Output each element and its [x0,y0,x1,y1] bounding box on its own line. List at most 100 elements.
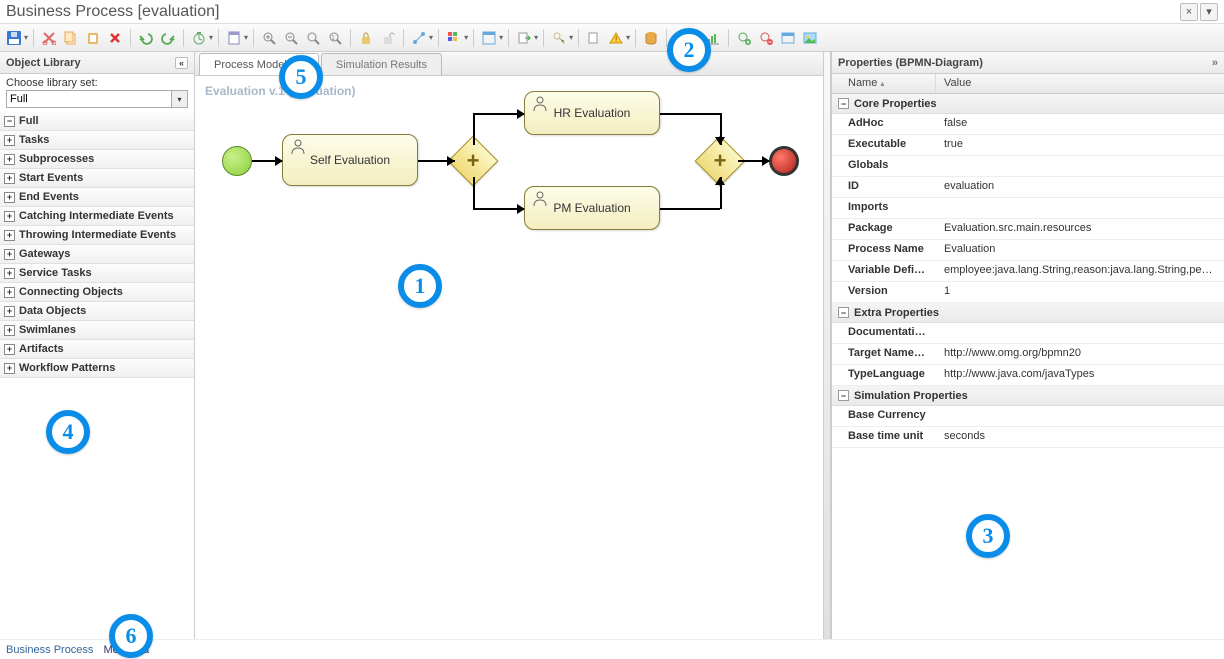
palette-icon[interactable] [444,28,464,48]
resize-handle[interactable] [823,52,831,639]
property-row[interactable]: Process NameEvaluation [832,240,1224,261]
key-icon[interactable] [549,28,569,48]
copy-icon[interactable] [61,28,81,48]
connect-icon[interactable] [409,28,429,48]
expand-icon[interactable]: + [4,325,15,336]
window-icon[interactable] [778,28,798,48]
redo-icon[interactable] [158,28,178,48]
warning-dropdown-icon[interactable]: ▾ [626,33,630,42]
tree-item-subprocesses[interactable]: +Subprocesses [0,150,194,169]
parallel-gateway-join[interactable]: + [702,143,738,179]
expand-icon[interactable]: + [4,154,15,165]
collapse-left-icon[interactable]: « [175,57,188,69]
library-set-input[interactable] [6,90,172,108]
tree-item-artifacts[interactable]: +Artifacts [0,340,194,359]
expand-icon[interactable]: + [4,135,15,146]
collapse-icon[interactable]: − [4,116,15,127]
timer-dropdown-icon[interactable]: ▾ [209,33,213,42]
prop-value[interactable]: Evaluation [936,240,1224,260]
prop-value[interactable]: Evaluation.src.main.resources [936,219,1224,239]
property-row[interactable]: Globals [832,156,1224,177]
expand-icon[interactable]: + [4,230,15,241]
warning-icon[interactable]: ! [606,28,626,48]
timer-icon[interactable] [189,28,209,48]
collapse-icon[interactable]: − [838,307,849,318]
property-row[interactable]: Target Name…http://www.omg.org/bpmn20 [832,344,1224,365]
property-row[interactable]: Version1 [832,282,1224,303]
close-button[interactable]: × [1180,3,1198,21]
prop-value[interactable]: http://www.omg.org/bpmn20 [936,344,1224,364]
page-dropdown-icon[interactable]: ▾ [244,33,248,42]
property-row[interactable]: Variable Defi…employee:java.lang.String,… [832,261,1224,282]
picture-icon[interactable] [800,28,820,48]
expand-icon[interactable]: + [4,249,15,260]
expand-icon[interactable]: + [4,268,15,279]
property-row[interactable]: Documentati… [832,323,1224,344]
prop-value[interactable]: 1 [936,282,1224,302]
collapse-icon[interactable]: − [838,98,849,109]
expand-icon[interactable]: + [4,173,15,184]
task-self-evaluation[interactable]: Self Evaluation [282,134,418,186]
col-name[interactable]: Name [848,77,877,89]
property-row[interactable]: TypeLanguagehttp://www.java.com/javaType… [832,365,1224,386]
zoom-reset-icon[interactable]: 1 [325,28,345,48]
prop-value[interactable] [936,323,1224,343]
parallel-gateway-split[interactable]: + [455,143,491,179]
prop-value[interactable]: http://www.java.com/javaTypes [936,365,1224,385]
prop-value[interactable]: evaluation [936,177,1224,197]
tree-item-data-objects[interactable]: +Data Objects [0,302,194,321]
section-sim[interactable]: −Simulation Properties [832,386,1224,406]
section-core[interactable]: −Core Properties [832,94,1224,114]
gear-remove-icon[interactable] [756,28,776,48]
tree-item-connecting-objects[interactable]: +Connecting Objects [0,283,194,302]
start-event[interactable] [222,146,252,176]
task-hr-evaluation[interactable]: HR Evaluation [524,91,660,135]
layout-icon[interactable] [479,28,499,48]
delete-icon[interactable] [105,28,125,48]
expand-icon[interactable]: + [4,363,15,374]
property-row[interactable]: Executabletrue [832,135,1224,156]
col-value[interactable]: Value [936,74,1224,93]
zoom-out-icon[interactable] [281,28,301,48]
prop-value[interactable] [936,198,1224,218]
section-extra[interactable]: −Extra Properties [832,303,1224,323]
paste-icon[interactable] [83,28,103,48]
expand-right-icon[interactable]: » [1212,57,1218,69]
expand-icon[interactable]: + [4,192,15,203]
prop-value[interactable]: seconds [936,427,1224,447]
tree-item-tasks[interactable]: +Tasks [0,131,194,150]
tree-item-throwing-intermediate-events[interactable]: +Throwing Intermediate Events [0,226,194,245]
prop-value[interactable] [936,406,1224,426]
layout-dropdown-icon[interactable]: ▾ [499,33,503,42]
tree-item-service-tasks[interactable]: +Service Tasks [0,264,194,283]
property-row[interactable]: Imports [832,198,1224,219]
library-dropdown-icon[interactable]: ▾ [172,90,188,108]
page-icon[interactable] [224,28,244,48]
bpmn-canvas[interactable]: Evaluation v.1 (evaluation) Self Evaluat… [195,76,823,639]
property-row[interactable]: AdHocfalse [832,114,1224,135]
prop-value[interactable]: employee:java.lang.String,reason:java.la… [936,261,1224,281]
tree-item-catching-intermediate-events[interactable]: +Catching Intermediate Events [0,207,194,226]
prop-value[interactable]: false [936,114,1224,134]
expand-icon[interactable]: + [4,287,15,298]
palette-dropdown-icon[interactable]: ▾ [464,33,468,42]
connect-dropdown-icon[interactable]: ▾ [429,33,433,42]
database-icon[interactable] [641,28,661,48]
save-icon[interactable] [4,28,24,48]
unlock-icon[interactable] [378,28,398,48]
prop-value[interactable] [936,156,1224,176]
zoom-fit-icon[interactable] [303,28,323,48]
tree-item-start-events[interactable]: +Start Events [0,169,194,188]
prop-value[interactable]: true [936,135,1224,155]
end-event[interactable] [769,146,799,176]
property-row[interactable]: PackageEvaluation.src.main.resources [832,219,1224,240]
tree-item-swimlanes[interactable]: +Swimlanes [0,321,194,340]
zoom-in-icon[interactable] [259,28,279,48]
lock-icon[interactable] [356,28,376,48]
property-row[interactable]: IDevaluation [832,177,1224,198]
tab-simulation-results[interactable]: Simulation Results [321,53,442,75]
tree-item-gateways[interactable]: +Gateways [0,245,194,264]
expand-icon[interactable]: + [4,344,15,355]
key-dropdown-icon[interactable]: ▾ [569,33,573,42]
tree-item-workflow-patterns[interactable]: +Workflow Patterns [0,359,194,378]
